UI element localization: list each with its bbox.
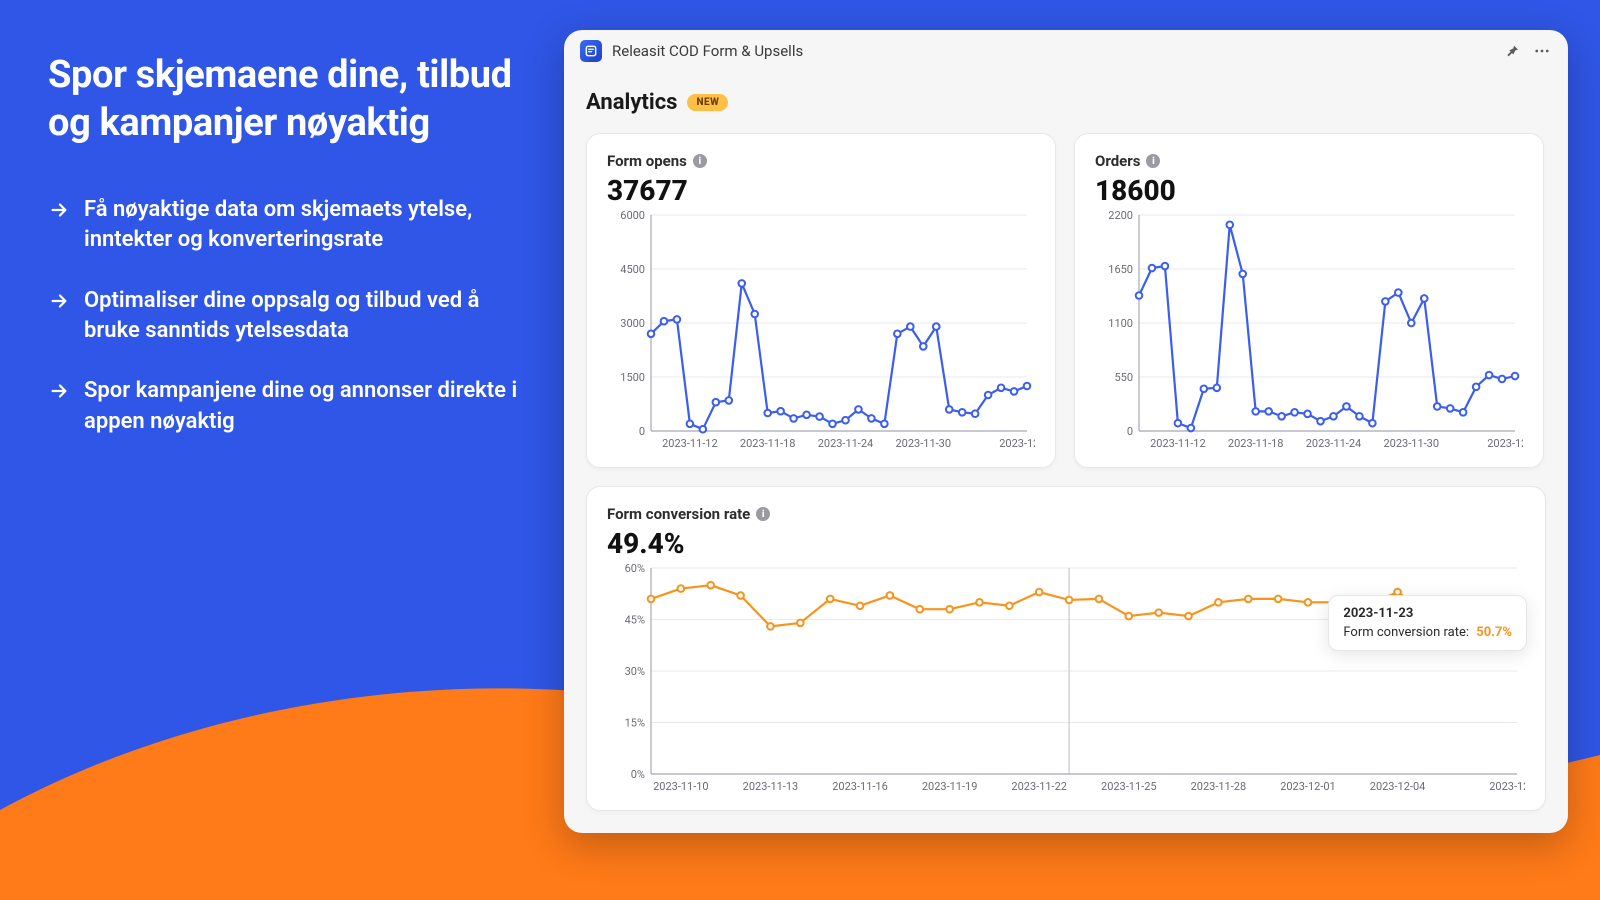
svg-text:2023-11-19: 2023-11-19 — [922, 780, 978, 793]
svg-text:2023-12-01: 2023-12-01 — [1280, 780, 1336, 793]
chart-form-opens[interactable]: 0 1500 3000 4500 6000 2023-11-12 2023-11-18 202… — [607, 207, 1035, 457]
svg-text:2023-12-08: 2023-12-08 — [1487, 437, 1523, 450]
tooltip-date: 2023-11-23 — [1343, 606, 1512, 621]
app-window: Releasit COD Form & Upsells Analytics NE… — [564, 30, 1568, 833]
promo-bullet: Få nøyaktige data om skjemaets ytelse, i… — [48, 195, 518, 256]
svg-text:60%: 60% — [625, 562, 645, 575]
svg-text:2023-11-28: 2023-11-28 — [1191, 780, 1247, 793]
svg-text:2023-11-10: 2023-11-10 — [653, 780, 709, 793]
promo-bullet: Optimaliser dine oppsalg og tilbud ved å… — [48, 286, 518, 347]
metric-label: Form opens — [607, 152, 687, 170]
chart-orders[interactable]: 0 550 1100 1650 2200 2023-11-12 2023-11-18 2023… — [1095, 207, 1523, 457]
svg-text:2023-11-12: 2023-11-12 — [1150, 437, 1206, 450]
svg-text:0: 0 — [639, 425, 645, 438]
section-header: Analytics NEW — [586, 90, 1546, 115]
promo-bullet: Spor kampanjene dine og annonser direkte… — [48, 376, 518, 437]
svg-text:1650: 1650 — [1108, 263, 1133, 276]
app-logo-icon — [580, 40, 602, 62]
svg-text:3000: 3000 — [620, 317, 645, 330]
svg-text:2023-11-18: 2023-11-18 — [1228, 437, 1284, 450]
promo-bullet-text: Optimaliser dine oppsalg og tilbud ved å… — [84, 286, 518, 347]
metric-value: 18600 — [1095, 174, 1523, 207]
svg-text:0%: 0% — [631, 768, 645, 781]
app-header: Releasit COD Form & Upsells — [564, 30, 1568, 72]
pin-icon — [1504, 43, 1520, 59]
svg-text:2023-11-13: 2023-11-13 — [743, 780, 799, 793]
tooltip-value: 50.7% — [1476, 625, 1512, 640]
promo-bullet-text: Få nøyaktige data om skjemaets ytelse, i… — [84, 195, 518, 256]
svg-text:2023-11-30: 2023-11-30 — [896, 437, 952, 450]
svg-text:30%: 30% — [625, 665, 645, 678]
new-badge: NEW — [687, 94, 728, 111]
svg-text:4500: 4500 — [620, 263, 645, 276]
arrow-right-icon — [48, 290, 70, 312]
metric-value: 49.4% — [607, 527, 1525, 560]
metric-label: Form conversion rate — [607, 505, 750, 523]
arrow-right-icon — [48, 380, 70, 402]
svg-text:2023-11-24: 2023-11-24 — [818, 437, 874, 450]
chart-tooltip: 2023-11-23 Form conversion rate: 50.7% — [1328, 595, 1527, 651]
info-icon[interactable]: i — [1146, 154, 1160, 168]
section-title: Analytics — [586, 90, 677, 115]
svg-text:0: 0 — [1127, 425, 1133, 438]
svg-text:15%: 15% — [625, 717, 645, 730]
card-form-opens: Form opens i 37677 0 1500 3000 4500 6000 2023… — [586, 133, 1056, 468]
promo-bullet-text: Spor kampanjene dine og annonser direkte… — [84, 376, 518, 437]
svg-text:2023-11-12: 2023-11-12 — [662, 437, 718, 450]
svg-text:2023-12-08: 2023-12-08 — [1489, 780, 1525, 793]
marketing-panel: Spor skjemaene dine, tilbud og kampanjer… — [48, 52, 518, 467]
svg-text:2023-11-22: 2023-11-22 — [1011, 780, 1067, 793]
arrow-right-icon — [48, 199, 70, 221]
pin-button[interactable] — [1502, 41, 1522, 61]
app-body: Analytics NEW Form opens i 37677 0 1500 30… — [564, 72, 1568, 833]
svg-text:2200: 2200 — [1108, 209, 1133, 222]
card-orders: Orders i 18600 0 550 1100 1650 2200 2023-11-1… — [1074, 133, 1544, 468]
svg-text:6000: 6000 — [620, 209, 645, 222]
svg-text:2023-12-04: 2023-12-04 — [1370, 780, 1426, 793]
svg-text:2023-11-25: 2023-11-25 — [1101, 780, 1157, 793]
svg-text:1500: 1500 — [620, 371, 645, 384]
info-icon[interactable]: i — [693, 154, 707, 168]
svg-text:45%: 45% — [625, 614, 645, 627]
promo-bullets: Få nøyaktige data om skjemaets ytelse, i… — [48, 195, 518, 437]
svg-text:2023-11-18: 2023-11-18 — [740, 437, 796, 450]
card-conversion: Form conversion rate i 49.4% 0% 15% 30% 45%… — [586, 486, 1546, 811]
app-title: Releasit COD Form & Upsells — [612, 42, 803, 60]
svg-text:2023-11-30: 2023-11-30 — [1384, 437, 1440, 450]
metric-value: 37677 — [607, 174, 1035, 207]
info-icon[interactable]: i — [756, 507, 770, 521]
svg-text:1100: 1100 — [1108, 317, 1133, 330]
metric-label: Orders — [1095, 152, 1140, 170]
svg-text:550: 550 — [1114, 371, 1133, 384]
svg-text:2023-12-08: 2023-12-08 — [999, 437, 1035, 450]
tooltip-series-label: Form conversion rate: — [1343, 625, 1469, 640]
svg-text:2023-11-24: 2023-11-24 — [1306, 437, 1362, 450]
promo-headline: Spor skjemaene dine, tilbud og kampanjer… — [48, 52, 518, 147]
more-button[interactable] — [1532, 41, 1552, 61]
more-horizontal-icon — [1533, 42, 1551, 60]
svg-text:2023-11-16: 2023-11-16 — [832, 780, 888, 793]
